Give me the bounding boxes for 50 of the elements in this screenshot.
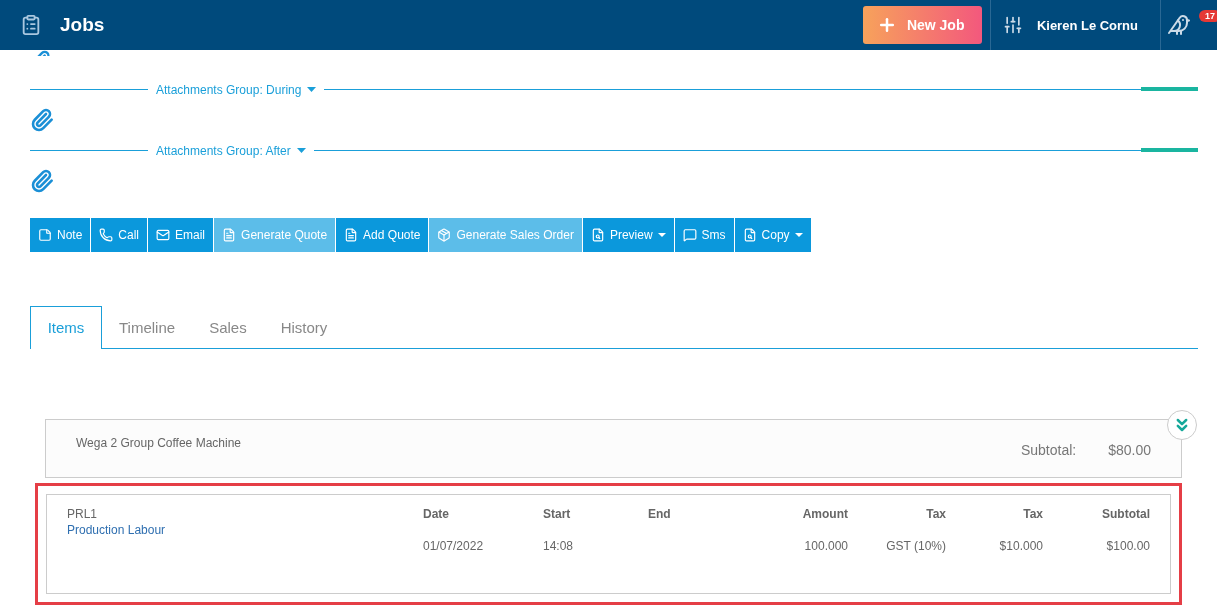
new-job-button[interactable]: New Job <box>862 6 982 44</box>
action-button[interactable]: Preview <box>582 217 674 252</box>
action-icon <box>437 227 452 242</box>
column-heading: End <box>648 507 671 521</box>
action-button[interactable]: Add Quote <box>336 217 429 252</box>
action-icon <box>38 227 52 242</box>
attachments-group-toggle[interactable]: Attachments Group: During <box>148 82 325 97</box>
action-button[interactable]: Note <box>30 217 91 252</box>
action-button[interactable]: Sms <box>674 217 734 252</box>
clipboard-icon <box>20 14 42 36</box>
page-title: Jobs <box>60 14 105 36</box>
tab[interactable]: Sales <box>192 305 264 349</box>
table-cell: GST (10%) <box>886 539 946 553</box>
attachments-group-toggle[interactable]: Attachments Group: After <box>148 143 314 158</box>
action-button[interactable]: Call <box>91 217 148 252</box>
action-icon <box>682 227 697 242</box>
subtotal-value: $80.00 <box>1108 441 1151 460</box>
table-cell: $10.000 <box>999 539 1043 553</box>
subtotal-label: Subtotal: <box>1020 441 1077 460</box>
column-heading: Subtotal <box>1102 507 1150 521</box>
column-heading: Tax <box>1023 507 1043 521</box>
table-cell: 100.000 <box>804 539 848 553</box>
column-heading: Date <box>423 507 449 521</box>
item-name[interactable]: Production Labour <box>67 523 423 537</box>
sliders-icon[interactable] <box>1002 15 1023 35</box>
column-heading: Start <box>543 507 571 521</box>
item-group-name: Wega 2 Group Coffee Machine <box>76 435 241 452</box>
bird-icon[interactable] <box>1167 13 1191 37</box>
table-cell: $100.00 <box>1106 539 1150 553</box>
action-icon <box>742 227 757 242</box>
notification-badge: 17 <box>1199 10 1217 22</box>
action-icon <box>344 227 359 242</box>
action-icon <box>590 227 605 242</box>
caret-icon <box>296 148 306 154</box>
column-heading: Amount <box>802 507 848 521</box>
table-cell: 01/07/2022 <box>423 539 484 553</box>
caret-icon <box>307 87 317 93</box>
tab[interactable]: Items <box>30 305 102 349</box>
expand-button[interactable] <box>1167 409 1197 440</box>
action-button[interactable]: Copy <box>734 217 811 252</box>
tab[interactable]: History <box>263 305 345 349</box>
action-button[interactable]: Email <box>148 217 214 252</box>
action-icon <box>156 227 171 242</box>
tab[interactable]: Timeline <box>102 305 193 349</box>
item-code: PRL1 <box>67 507 99 521</box>
column-heading: Tax <box>926 507 946 521</box>
user-name[interactable]: Kieren Le Cornu <box>1036 17 1138 33</box>
action-icon <box>99 227 114 242</box>
action-icon <box>222 227 237 242</box>
table-cell: 14:08 <box>543 539 574 553</box>
